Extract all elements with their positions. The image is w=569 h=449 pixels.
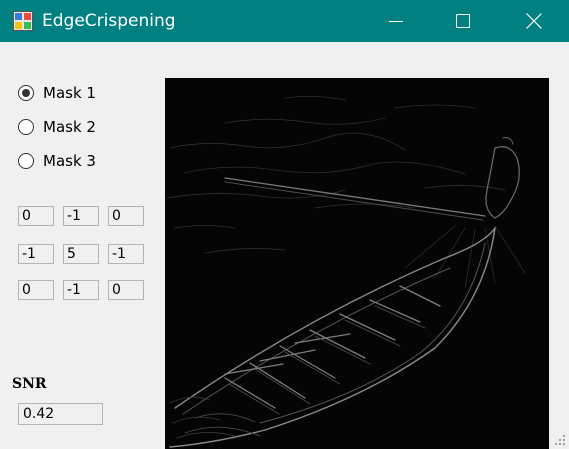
radio-circle	[18, 119, 34, 135]
window-title: EdgeCrispening	[42, 11, 176, 31]
mask-2-radio[interactable]: Mask 2	[18, 116, 96, 138]
radio-circle	[18, 85, 34, 101]
app-window: EdgeCrispening Mask 1 Mask 2 Mask 3 0 -1…	[0, 0, 569, 449]
radio-circle	[18, 153, 34, 169]
kernel-cell-2-0[interactable]: 0	[18, 280, 54, 300]
snr-label: SNR	[12, 376, 47, 392]
kernel-cell-2-2[interactable]: 0	[108, 280, 144, 300]
kernel-cell-2-1[interactable]: -1	[63, 280, 99, 300]
kernel-cell-1-0[interactable]: -1	[18, 244, 54, 264]
mask-1-label: Mask 1	[43, 84, 96, 102]
mask-3-label: Mask 3	[43, 152, 96, 170]
close-button[interactable]	[511, 0, 557, 42]
minimize-icon	[389, 21, 403, 22]
close-icon	[526, 13, 542, 29]
maximize-button[interactable]	[440, 0, 486, 42]
snr-value-field[interactable]: 0.42	[18, 403, 103, 425]
image-icon	[13, 11, 33, 31]
mask-3-radio[interactable]: Mask 3	[18, 150, 96, 172]
kernel-cell-0-0[interactable]: 0	[18, 206, 54, 226]
edge-image-drawing	[166, 96, 526, 448]
mask-2-label: Mask 2	[43, 118, 96, 136]
title-bar[interactable]: EdgeCrispening	[0, 0, 569, 42]
kernel-cell-0-2[interactable]: 0	[108, 206, 144, 226]
result-image	[165, 78, 549, 449]
radio-dot	[22, 89, 30, 97]
kernel-cell-1-1[interactable]: 5	[63, 244, 99, 264]
mask-1-radio[interactable]: Mask 1	[18, 82, 96, 104]
resize-grip-icon[interactable]	[553, 433, 567, 447]
kernel-cell-0-1[interactable]: -1	[63, 206, 99, 226]
kernel-cell-1-2[interactable]: -1	[108, 244, 144, 264]
maximize-icon	[456, 14, 470, 28]
minimize-button[interactable]	[373, 0, 419, 42]
